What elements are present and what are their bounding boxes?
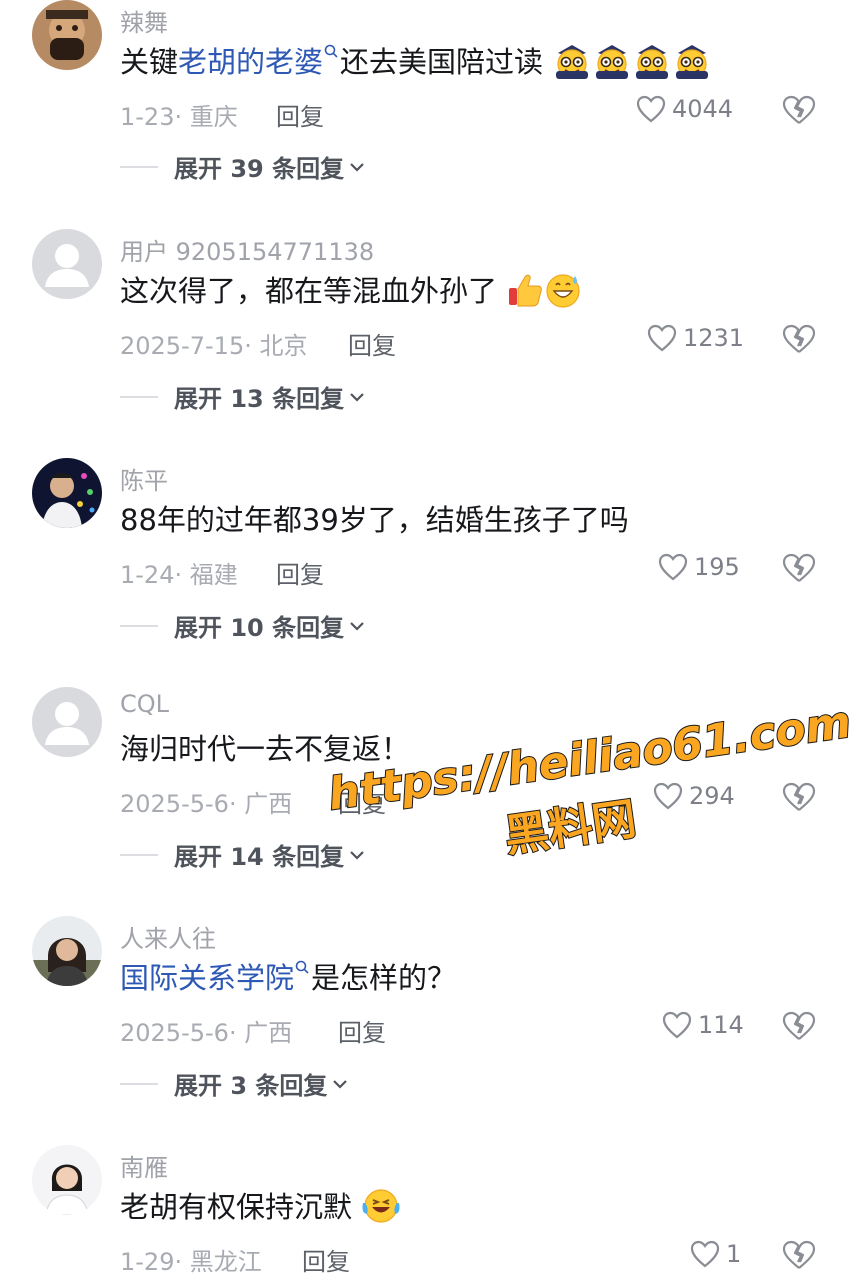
search-icon[interactable] (324, 44, 338, 60)
crying-laughing-emoji (362, 1189, 400, 1223)
username[interactable]: 南雁 (120, 1148, 168, 1183)
broken-heart-icon (782, 1240, 816, 1269)
heart-icon (636, 95, 666, 123)
comment-item: 人来人往 国际关系学院 是怎样的？ 2025-5-6· 广西 回复 114 展开 … (0, 916, 849, 1145)
emoji-group (552, 45, 712, 79)
avatar[interactable] (32, 229, 102, 299)
expand-replies-button[interactable]: 展开 39 条回复 (120, 149, 366, 184)
expand-replies-button[interactable]: 展开 10 条回复 (120, 608, 366, 643)
comment-item: 辣舞 关键老胡的老婆 还去美国陪过读 1-23· 重庆 回复 4044 展开 39… (0, 0, 849, 229)
heart-icon (690, 1240, 720, 1268)
dislike-button[interactable] (782, 95, 816, 129)
divider (120, 165, 158, 168)
divider (120, 1082, 158, 1085)
date-location: 2025-5-6· 广西 (120, 790, 293, 818)
expand-replies-button[interactable]: 展开 3 条回复 (120, 1066, 349, 1101)
like-button[interactable]: 114 (662, 1011, 744, 1039)
reply-button[interactable]: 回复 (302, 1242, 350, 1277)
chevron-down-icon (350, 621, 364, 631)
reply-button[interactable]: 回复 (348, 326, 396, 361)
comment-item: 南雁 老胡有权保持沉默 1-29· 黑龙江 回复 1 (0, 1145, 849, 1280)
chevron-down-icon (333, 1079, 348, 1089)
comment-text: 这次得了，都在等混血外孙了 (120, 271, 582, 311)
like-count: 1 (726, 1240, 742, 1268)
username[interactable]: 陈平 (120, 461, 168, 496)
expand-replies-button[interactable]: 展开 14 条回复 (120, 837, 366, 872)
like-count: 195 (694, 553, 740, 581)
reply-button[interactable]: 回复 (276, 97, 324, 132)
broken-heart-icon (782, 553, 816, 582)
date-location: 1-24· 福建 (120, 561, 238, 589)
reply-button[interactable]: 回复 (276, 555, 324, 590)
search-link[interactable]: 国际关系学院 (120, 961, 294, 995)
comment-text: 海归时代一去不复返！ (120, 732, 411, 766)
expand-label: 展开 3 条回复 (174, 1072, 328, 1100)
search-link[interactable]: 老胡的老婆 (178, 45, 323, 79)
nerd-face-emoji (676, 45, 709, 79)
thumbs-up-emoji (509, 274, 543, 307)
comment-text: 88年的过年都39岁了，结婚生孩子了吗 (120, 503, 629, 537)
comment-text: 关键老胡的老婆 还去美国陪过读 (120, 42, 712, 82)
avatar[interactable] (32, 1145, 102, 1215)
expand-label: 展开 10 条回复 (174, 614, 345, 642)
expand-replies-button[interactable]: 展开 13 条回复 (120, 379, 366, 414)
broken-heart-icon (782, 95, 816, 124)
nerd-face-emoji (636, 45, 669, 79)
heart-icon (658, 553, 688, 581)
dislike-button[interactable] (782, 1240, 816, 1274)
expand-label: 展开 13 条回复 (174, 385, 345, 413)
broken-heart-icon (782, 1011, 816, 1040)
comment-text: 老胡有权保持沉默 (120, 1187, 401, 1227)
date-location: 2025-7-15· 北京 (120, 332, 308, 360)
comment-text: 国际关系学院 是怎样的？ (120, 958, 456, 998)
heart-icon (647, 324, 677, 352)
like-count: 1231 (683, 324, 745, 352)
dislike-button[interactable] (782, 324, 816, 358)
like-button[interactable]: 1231 (647, 324, 744, 352)
like-button[interactable]: 1 (690, 1240, 741, 1268)
avatar[interactable] (32, 458, 102, 528)
like-button[interactable]: 195 (658, 553, 740, 581)
avatar[interactable] (32, 916, 102, 986)
dislike-button[interactable] (782, 553, 816, 587)
username[interactable]: 用户 9205154771138 (120, 232, 374, 267)
like-count: 4044 (672, 95, 734, 123)
text-segment: 关键 (120, 45, 179, 79)
text-segment: 是怎样的？ (311, 961, 457, 995)
expand-label: 展开 14 条回复 (174, 843, 345, 871)
search-icon[interactable] (295, 960, 309, 976)
avatar[interactable] (32, 0, 102, 70)
comment-item: 用户 9205154771138 这次得了，都在等混血外孙了 2025-7-15… (0, 229, 849, 458)
expand-label: 展开 39 条回复 (174, 155, 345, 183)
text-segment: 还去美国陪过读 (340, 45, 544, 79)
like-count: 114 (698, 1011, 744, 1039)
date-location: 1-29· 黑龙江 (120, 1248, 262, 1276)
divider (120, 853, 158, 856)
grinning-sweat-emoji (546, 274, 580, 308)
dislike-button[interactable] (782, 1011, 816, 1045)
date-location: 2025-5-6· 广西 (120, 1019, 293, 1047)
nerd-face-emoji (556, 45, 589, 79)
divider (120, 395, 158, 398)
username[interactable]: CQL (120, 690, 169, 718)
chevron-down-icon (350, 162, 364, 172)
chevron-down-icon (350, 392, 364, 402)
text-segment: 老胡有权保持沉默 (120, 1190, 353, 1224)
date-location: 1-23· 重庆 (120, 103, 238, 131)
nerd-face-emoji (596, 45, 629, 79)
username[interactable]: 辣舞 (120, 3, 168, 38)
like-button[interactable]: 4044 (636, 95, 733, 123)
comment-item: 陈平 88年的过年都39岁了，结婚生孩子了吗 1-24· 福建 回复 195 展… (0, 458, 849, 687)
text-segment: 这次得了，都在等混血外孙了 (120, 274, 498, 308)
divider (120, 624, 158, 627)
username[interactable]: 人来人往 (120, 919, 216, 954)
reply-button[interactable]: 回复 (338, 1013, 386, 1048)
broken-heart-icon (782, 324, 816, 353)
avatar[interactable] (32, 687, 102, 757)
heart-icon (662, 1011, 692, 1039)
